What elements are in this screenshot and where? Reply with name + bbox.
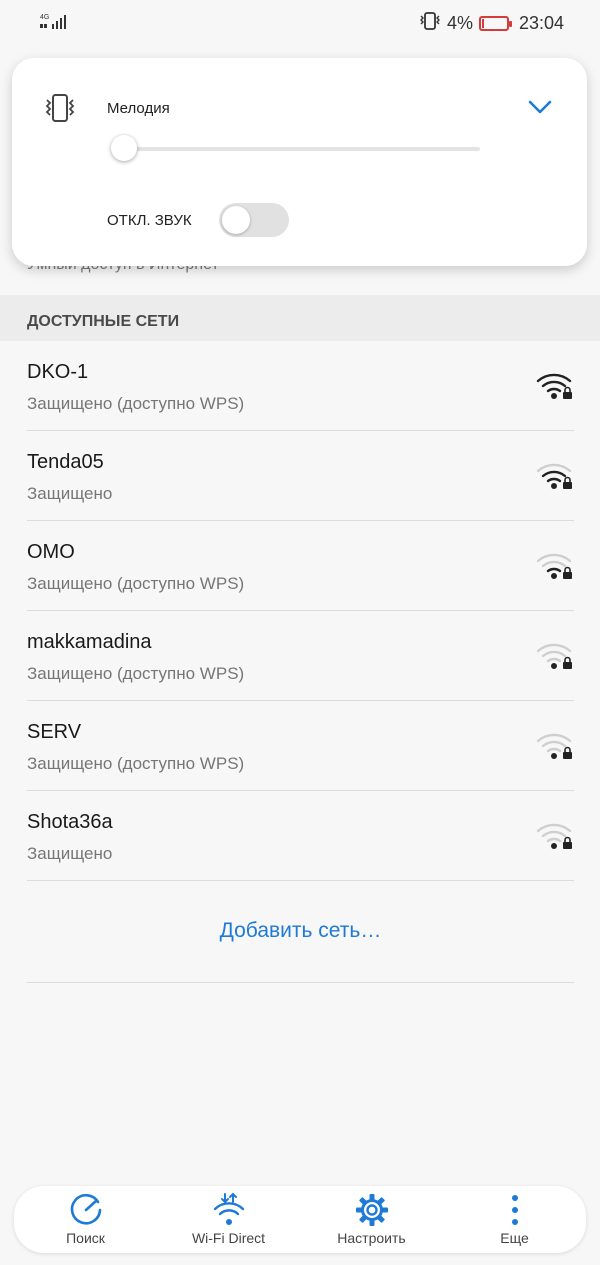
network-item[interactable]: Tenda05 Защищено [27,431,574,521]
network-item[interactable]: SERV Защищено (доступно WPS) [27,701,574,791]
wifi-lock-icon [536,821,574,856]
status-bar: 4G 4% 23:04 [0,0,600,46]
network-name: DKO-1 [27,361,89,383]
gear-icon [312,1190,432,1230]
clock: 23:04 [518,13,564,33]
network-status: Защищено (доступно WPS) [27,664,245,683]
network-item[interactable]: OMO Защищено (доступно WPS) [27,521,574,611]
wifi-direct-icon [169,1190,289,1230]
nav-label: Поиск [66,1230,105,1246]
network-status: Защищено [27,484,113,503]
network-status: Защищено [27,844,113,863]
battery-percent: 4% [446,13,473,33]
network-name: Tenda05 [27,451,104,473]
wifi-lock-icon [536,641,574,676]
slider-track [124,147,480,151]
ringtone-label: Мелодия [107,100,170,117]
nav-wifi-direct[interactable]: Wi-Fi Direct [169,1186,289,1253]
svg-text:4G: 4G [40,14,49,21]
mute-toggle[interactable] [219,203,289,237]
add-network-button[interactable]: Добавить сеть… [220,919,382,943]
nav-scan[interactable]: Поиск [26,1186,146,1253]
nav-label: Wi-Fi Direct [191,1230,266,1246]
network-name: makkamadina [27,631,152,653]
section-title: ДОСТУПНЫЕ СЕТИ [27,313,180,330]
nav-label: Еще [500,1230,529,1246]
available-networks-header: ДОСТУПНЫЕ СЕТИ [0,295,600,341]
mute-label: ОТКЛ. ЗВУК [107,212,192,229]
network-status: Защищено (доступно WPS) [27,574,245,593]
vibrate-mode-icon[interactable] [42,92,78,129]
network-name: Shota36a [27,811,113,833]
network-item[interactable]: makkamadina Защищено (доступно WPS) [27,611,574,701]
vibrate-icon [419,12,441,35]
wifi-lock-icon [536,371,574,406]
toggle-knob [222,206,250,234]
network-name: SERV [27,721,82,743]
wifi-lock-icon [536,731,574,766]
slider-thumb[interactable] [111,135,137,161]
nav-configure[interactable]: Настроить [312,1186,432,1253]
network-status: Защищено (доступно WPS) [27,754,245,773]
wifi-lock-icon [536,461,574,496]
nav-label: Настроить [337,1230,406,1246]
network-item[interactable]: Shota36a Защищено [27,791,574,881]
chevron-down-icon[interactable] [527,98,553,121]
network-item[interactable]: DKO-1 Защищено (доступно WPS) [27,341,574,431]
battery-icon [478,16,512,31]
wifi-lock-icon [536,551,574,586]
volume-panel: Мелодия ОТКЛ. ЗВУК [12,58,587,266]
network-list: DKO-1 Защищено (доступно WPS) Tenda05 За… [0,341,600,881]
more-vert-icon [455,1190,575,1230]
network-status: Защищено (доступно WPS) [27,394,245,413]
signal-icon: 4G [40,12,70,37]
refresh-icon [26,1190,146,1230]
bottom-nav: Поиск Wi-Fi Direct Настроить Еще [14,1186,586,1253]
network-name: OMO [27,541,75,563]
nav-more[interactable]: Еще [455,1186,575,1253]
add-network-row: Добавить сеть… [27,881,574,983]
